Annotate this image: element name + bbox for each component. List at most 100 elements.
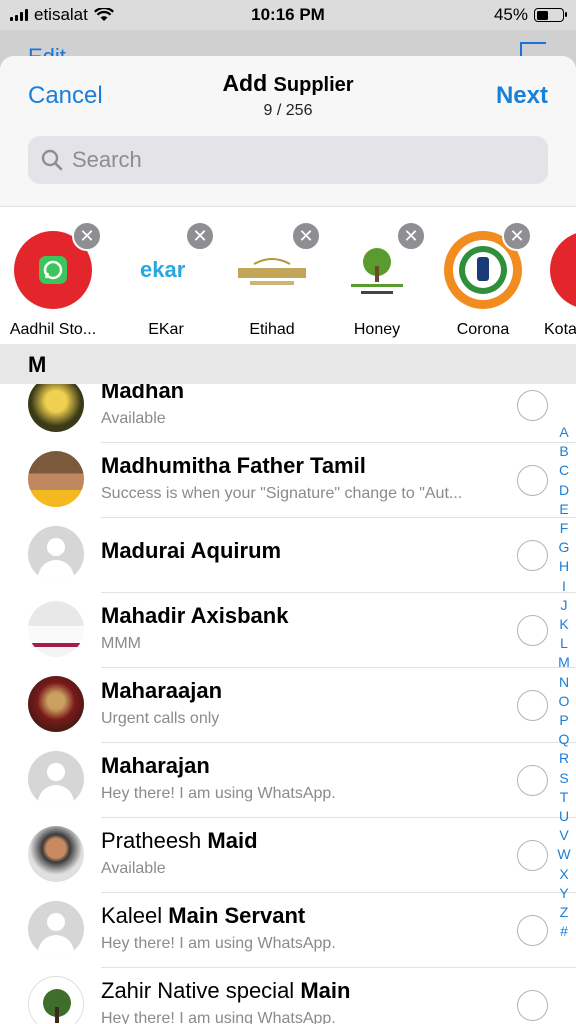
remove-chip-button[interactable]: ✕	[502, 221, 532, 251]
next-button[interactable]: Next	[496, 82, 548, 110]
index-letter[interactable]: J	[561, 596, 568, 615]
select-radio[interactable]	[517, 840, 548, 871]
index-letter[interactable]: M	[558, 653, 570, 672]
selected-chip[interactable]: Kota	[536, 221, 576, 341]
remove-chip-button[interactable]: ✕	[72, 221, 102, 251]
remove-chip-button[interactable]: ✕	[396, 221, 426, 251]
sheet-title: Add Supplier	[0, 70, 576, 97]
battery-group: 45%	[493, 5, 567, 25]
select-radio[interactable]	[517, 990, 548, 1021]
chip-label: Kota	[544, 321, 576, 338]
battery-level	[536, 10, 548, 20]
contact-name: Kaleel Main Servant	[101, 903, 306, 928]
index-letter[interactable]: L	[560, 634, 568, 653]
index-letter[interactable]: I	[562, 577, 566, 596]
remove-chip-button[interactable]: ✕	[291, 221, 321, 251]
index-letter[interactable]: H	[559, 557, 569, 576]
battery-percent: 45%	[493, 5, 528, 24]
section-header: M	[0, 344, 576, 384]
contact-row[interactable]: Kaleel Main Servant Hey there! I am usin…	[0, 893, 576, 968]
selected-chip[interactable]: ekar ✕ EKar	[113, 221, 219, 341]
select-radio[interactable]	[517, 915, 548, 946]
contact-name: Pratheesh Maid	[101, 828, 258, 853]
kota-logo-icon	[550, 231, 576, 309]
select-radio[interactable]	[517, 765, 548, 796]
index-letter[interactable]: G	[559, 538, 570, 557]
remove-chip-button[interactable]: ✕	[185, 221, 215, 251]
selected-chip[interactable]: ✕ Etihad	[219, 221, 325, 341]
search-icon	[41, 149, 63, 171]
index-letter[interactable]: Q	[559, 730, 570, 749]
index-letter[interactable]: V	[559, 826, 568, 845]
index-letter[interactable]: N	[559, 673, 569, 692]
index-letter[interactable]: R	[559, 749, 569, 768]
search-bar[interactable]	[28, 136, 548, 184]
contact-row[interactable]: Madurai Aquirum	[0, 518, 576, 593]
contact-status: Success is when your "Signature" change …	[101, 485, 463, 502]
contact-row[interactable]: Maharaajan Urgent calls only	[0, 668, 576, 743]
contact-row[interactable]: Zahir Native special Main Hey there! I a…	[0, 968, 576, 1024]
contact-status: Available	[101, 410, 166, 427]
edit-button: Edit	[28, 44, 66, 56]
clock: 10:16 PM	[251, 5, 325, 24]
index-letter[interactable]: Y	[559, 884, 568, 903]
chip-label: Honey	[353, 321, 401, 338]
index-letter[interactable]: Z	[560, 903, 569, 922]
index-letter[interactable]: F	[560, 519, 569, 538]
default-avatar-icon	[28, 901, 84, 957]
add-supplier-sheet: Cancel Add Supplier 9 / 256 Next ✕ Aadhi…	[0, 56, 576, 1024]
selected-chip[interactable]: ✕ Corona	[430, 221, 536, 341]
svg-text:ekar: ekar	[140, 257, 186, 282]
contact-status: Urgent calls only	[101, 710, 220, 727]
contact-status: Hey there! I am using WhatsApp.	[101, 1010, 336, 1024]
selection-count: 9 / 256	[263, 102, 313, 119]
contact-avatar	[28, 826, 84, 882]
contact-avatar	[28, 451, 84, 507]
select-radio[interactable]	[517, 540, 548, 571]
alphabet-index[interactable]: A B C D E F G H I J K L M N O P Q R S T U V W X Y Z #	[556, 423, 572, 941]
select-radio[interactable]	[517, 390, 548, 421]
index-letter[interactable]: D	[559, 481, 569, 500]
index-letter[interactable]: W	[557, 845, 570, 864]
contact-name: Maharaajan	[101, 678, 223, 703]
contact-avatar	[28, 676, 84, 732]
contact-name: Madhumitha Father Tamil	[101, 453, 366, 478]
contact-name: Mahadir Axisbank	[101, 603, 289, 628]
contact-list[interactable]: Madhan Available Madhumitha Father Tamil…	[0, 384, 576, 1024]
index-letter[interactable]: K	[559, 615, 568, 634]
select-radio[interactable]	[517, 465, 548, 496]
index-letter[interactable]: #	[560, 922, 568, 941]
contact-row[interactable]: Pratheesh Maid Available	[0, 818, 576, 893]
selected-contacts-strip[interactable]: ✕ Aadhil Sto... ekar ✕ EKar ✕ Etihad ✕ H…	[0, 206, 576, 344]
chip-label: Etihad	[249, 321, 295, 338]
contact-name: Madhan	[101, 384, 185, 403]
index-letter[interactable]: C	[559, 461, 569, 480]
index-letter[interactable]: A	[559, 423, 568, 442]
index-letter[interactable]: P	[559, 711, 568, 730]
default-avatar-icon	[28, 526, 84, 582]
status-bar: etisalat 10:16 PM 45%	[0, 0, 576, 30]
chip-label: EKar	[148, 321, 184, 338]
battery-icon	[534, 8, 567, 22]
index-letter[interactable]: E	[559, 500, 568, 519]
contact-name: Zahir Native special Main	[101, 978, 351, 1003]
chip-label: Corona	[456, 321, 510, 338]
contact-avatar	[28, 384, 84, 432]
contact-row[interactable]: Mahadir Axisbank MMM	[0, 593, 576, 668]
contact-row[interactable]: Madhumitha Father Tamil Success is when …	[0, 443, 576, 518]
selected-chip[interactable]: ✕ Aadhil Sto...	[0, 221, 106, 341]
select-radio[interactable]	[517, 690, 548, 721]
index-letter[interactable]: X	[559, 865, 568, 884]
index-letter[interactable]: B	[559, 442, 568, 461]
contact-row[interactable]: Madhan Available	[0, 384, 576, 443]
index-letter[interactable]: U	[559, 807, 569, 826]
contact-status: Hey there! I am using WhatsApp.	[101, 935, 336, 952]
index-letter[interactable]: T	[560, 788, 569, 807]
select-radio[interactable]	[517, 615, 548, 646]
contact-row[interactable]: Maharajan Hey there! I am using WhatsApp…	[0, 743, 576, 818]
index-letter[interactable]: O	[559, 692, 570, 711]
title-emphasis: Supplier	[273, 74, 354, 96]
index-letter[interactable]: S	[559, 769, 568, 788]
selected-chip[interactable]: ✕ Honey	[324, 221, 430, 341]
search-input[interactable]	[72, 147, 512, 173]
